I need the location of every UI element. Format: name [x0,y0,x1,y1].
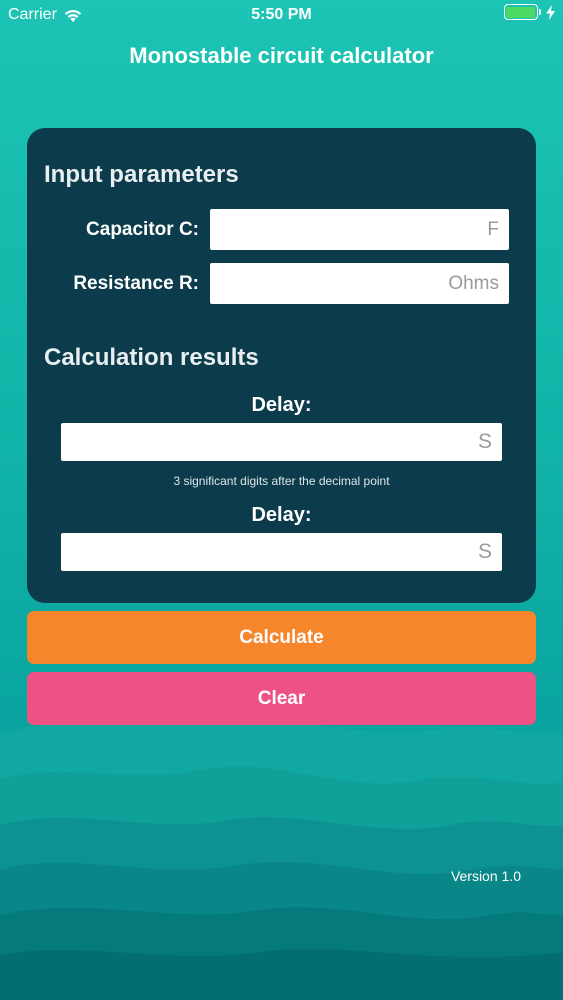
clear-button[interactable]: Clear [27,672,536,725]
delay-label-2: Delay: [251,504,312,526]
status-right [503,4,555,20]
delay-output-2[interactable] [61,533,502,571]
app-title: Monostable circuit calculator [129,43,434,68]
precision-hint: 3 significant digits after the decimal p… [173,474,390,488]
resistance-label: Resistance R: [73,273,199,294]
results-section-title: Calculation results [44,344,259,371]
delay-output-box-2[interactable] [61,533,502,571]
charging-bolt-icon [546,4,555,20]
version-label: Version 1.0 [450,868,521,884]
resistance-input-box[interactable] [210,263,509,304]
capacitor-input[interactable] [210,209,509,250]
delay-output-box-1[interactable] [61,423,502,461]
status-bar: Carrier 5:50 PM [0,0,563,30]
status-time: 5:50 PM [251,6,312,23]
capacitor-input-box[interactable] [210,209,509,250]
battery-icon [503,4,538,20]
calculator-panel: Input parameters Capacitor C: Resistance… [27,128,536,603]
delay-output-1[interactable] [61,423,502,461]
capacitor-label: Capacitor C: [86,219,199,240]
calculate-button[interactable]: Calculate [27,611,536,664]
wave-background [0,719,563,1000]
battery-nub [538,9,541,15]
input-section-title: Input parameters [44,161,239,188]
resistance-input[interactable] [210,263,509,304]
delay-label-1: Delay: [251,394,312,416]
